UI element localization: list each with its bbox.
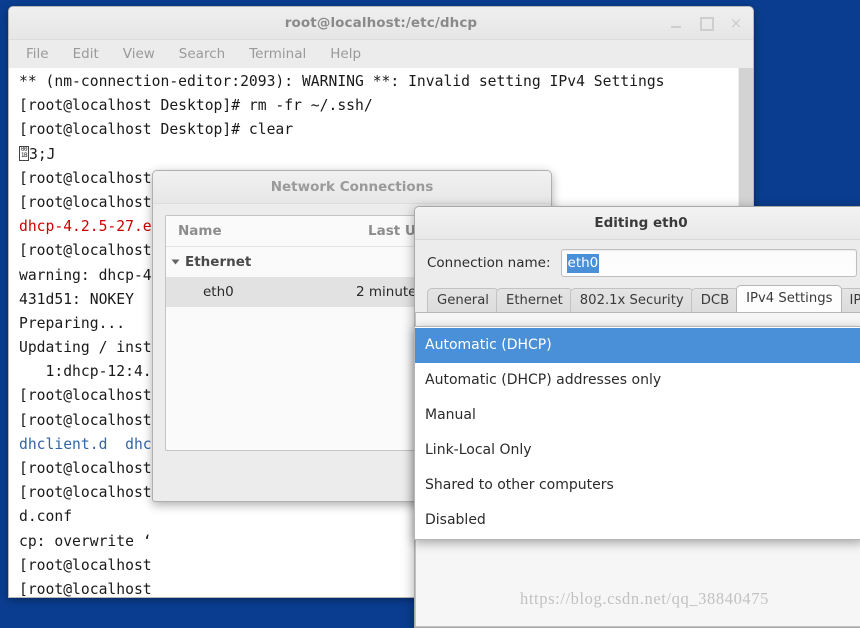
tab-ipv6-settings[interactable]: IPv	[839, 288, 860, 312]
menu-item-file[interactable]: File	[26, 46, 49, 62]
connection-group-label: Ethernet	[185, 254, 252, 270]
editing-dialog-titlebar[interactable]: Editing eth0	[415, 207, 860, 240]
terminal-window-title: root@localhost:/etc/dhcp	[284, 15, 478, 31]
terminal-line: [root@localhost Desktop]# rm -fr ~/.ssh/	[19, 97, 373, 115]
tab-dcb[interactable]: DCB	[690, 288, 740, 312]
editing-dialog-tabs: General Ethernet 802.1x Security DCB IPv…	[415, 285, 860, 312]
tab-general[interactable]: General	[427, 288, 499, 312]
terminal-line: [root@localhost Desktop]# clear	[19, 121, 294, 139]
menu-item-view[interactable]: View	[123, 46, 155, 62]
terminal-line: ** (nm-connection-editor:2093): WARNING …	[19, 73, 665, 90]
column-header-name[interactable]: Name	[166, 223, 368, 239]
tab-ethernet[interactable]: Ethernet	[495, 288, 573, 312]
ipv4-method-dropdown[interactable]: Automatic (DHCP) Automatic (DHCP) addres…	[414, 326, 860, 540]
terminal-line: 00 1B 3;J	[19, 145, 56, 163]
close-icon[interactable]: ×	[729, 16, 743, 31]
terminal-menubar: File Edit View Search Terminal Help	[9, 40, 753, 68]
terminal-window-controls: ×	[669, 7, 743, 39]
menu-item-search[interactable]: Search	[179, 46, 225, 62]
dropdown-option-link-local-only[interactable]: Link-Local Only	[415, 433, 860, 468]
menu-item-terminal[interactable]: Terminal	[249, 46, 306, 62]
minimize-icon[interactable]	[669, 16, 683, 30]
maximize-icon[interactable]	[699, 16, 714, 31]
dropdown-option-automatic-dhcp[interactable]: Automatic (DHCP)	[415, 328, 860, 363]
network-connections-title: Network Connections	[270, 179, 434, 195]
chevron-down-icon[interactable]	[171, 259, 180, 265]
dropdown-option-automatic-dhcp-addresses-only[interactable]: Automatic (DHCP) addresses only	[415, 363, 860, 398]
connection-name-row: Connection name: eth0	[415, 240, 860, 285]
connection-name-cell: eth0	[203, 284, 234, 300]
menu-item-edit[interactable]: Edit	[73, 46, 99, 62]
escape-char-icon: 00 1B	[19, 145, 29, 161]
terminal-titlebar[interactable]: root@localhost:/etc/dhcp ×	[9, 7, 753, 40]
tab-ipv4-settings[interactable]: IPv4 Settings	[736, 285, 843, 312]
dropdown-option-shared-to-other-computers[interactable]: Shared to other computers	[415, 468, 860, 503]
connection-name-label: Connection name:	[427, 255, 551, 271]
dropdown-option-disabled[interactable]: Disabled	[415, 503, 860, 538]
dropdown-option-manual[interactable]: Manual	[415, 398, 860, 433]
tab-8021x-security[interactable]: 802.1x Security	[569, 288, 694, 312]
editing-dialog-title: Editing eth0	[594, 215, 688, 231]
desktop-background: root@localhost:/etc/dhcp × File Edit Vie…	[0, 0, 860, 628]
network-connections-titlebar[interactable]: Network Connections	[153, 171, 551, 204]
connection-name-value: eth0	[566, 253, 600, 273]
connection-name-input[interactable]: eth0	[560, 249, 857, 277]
menu-item-help[interactable]: Help	[330, 46, 361, 62]
